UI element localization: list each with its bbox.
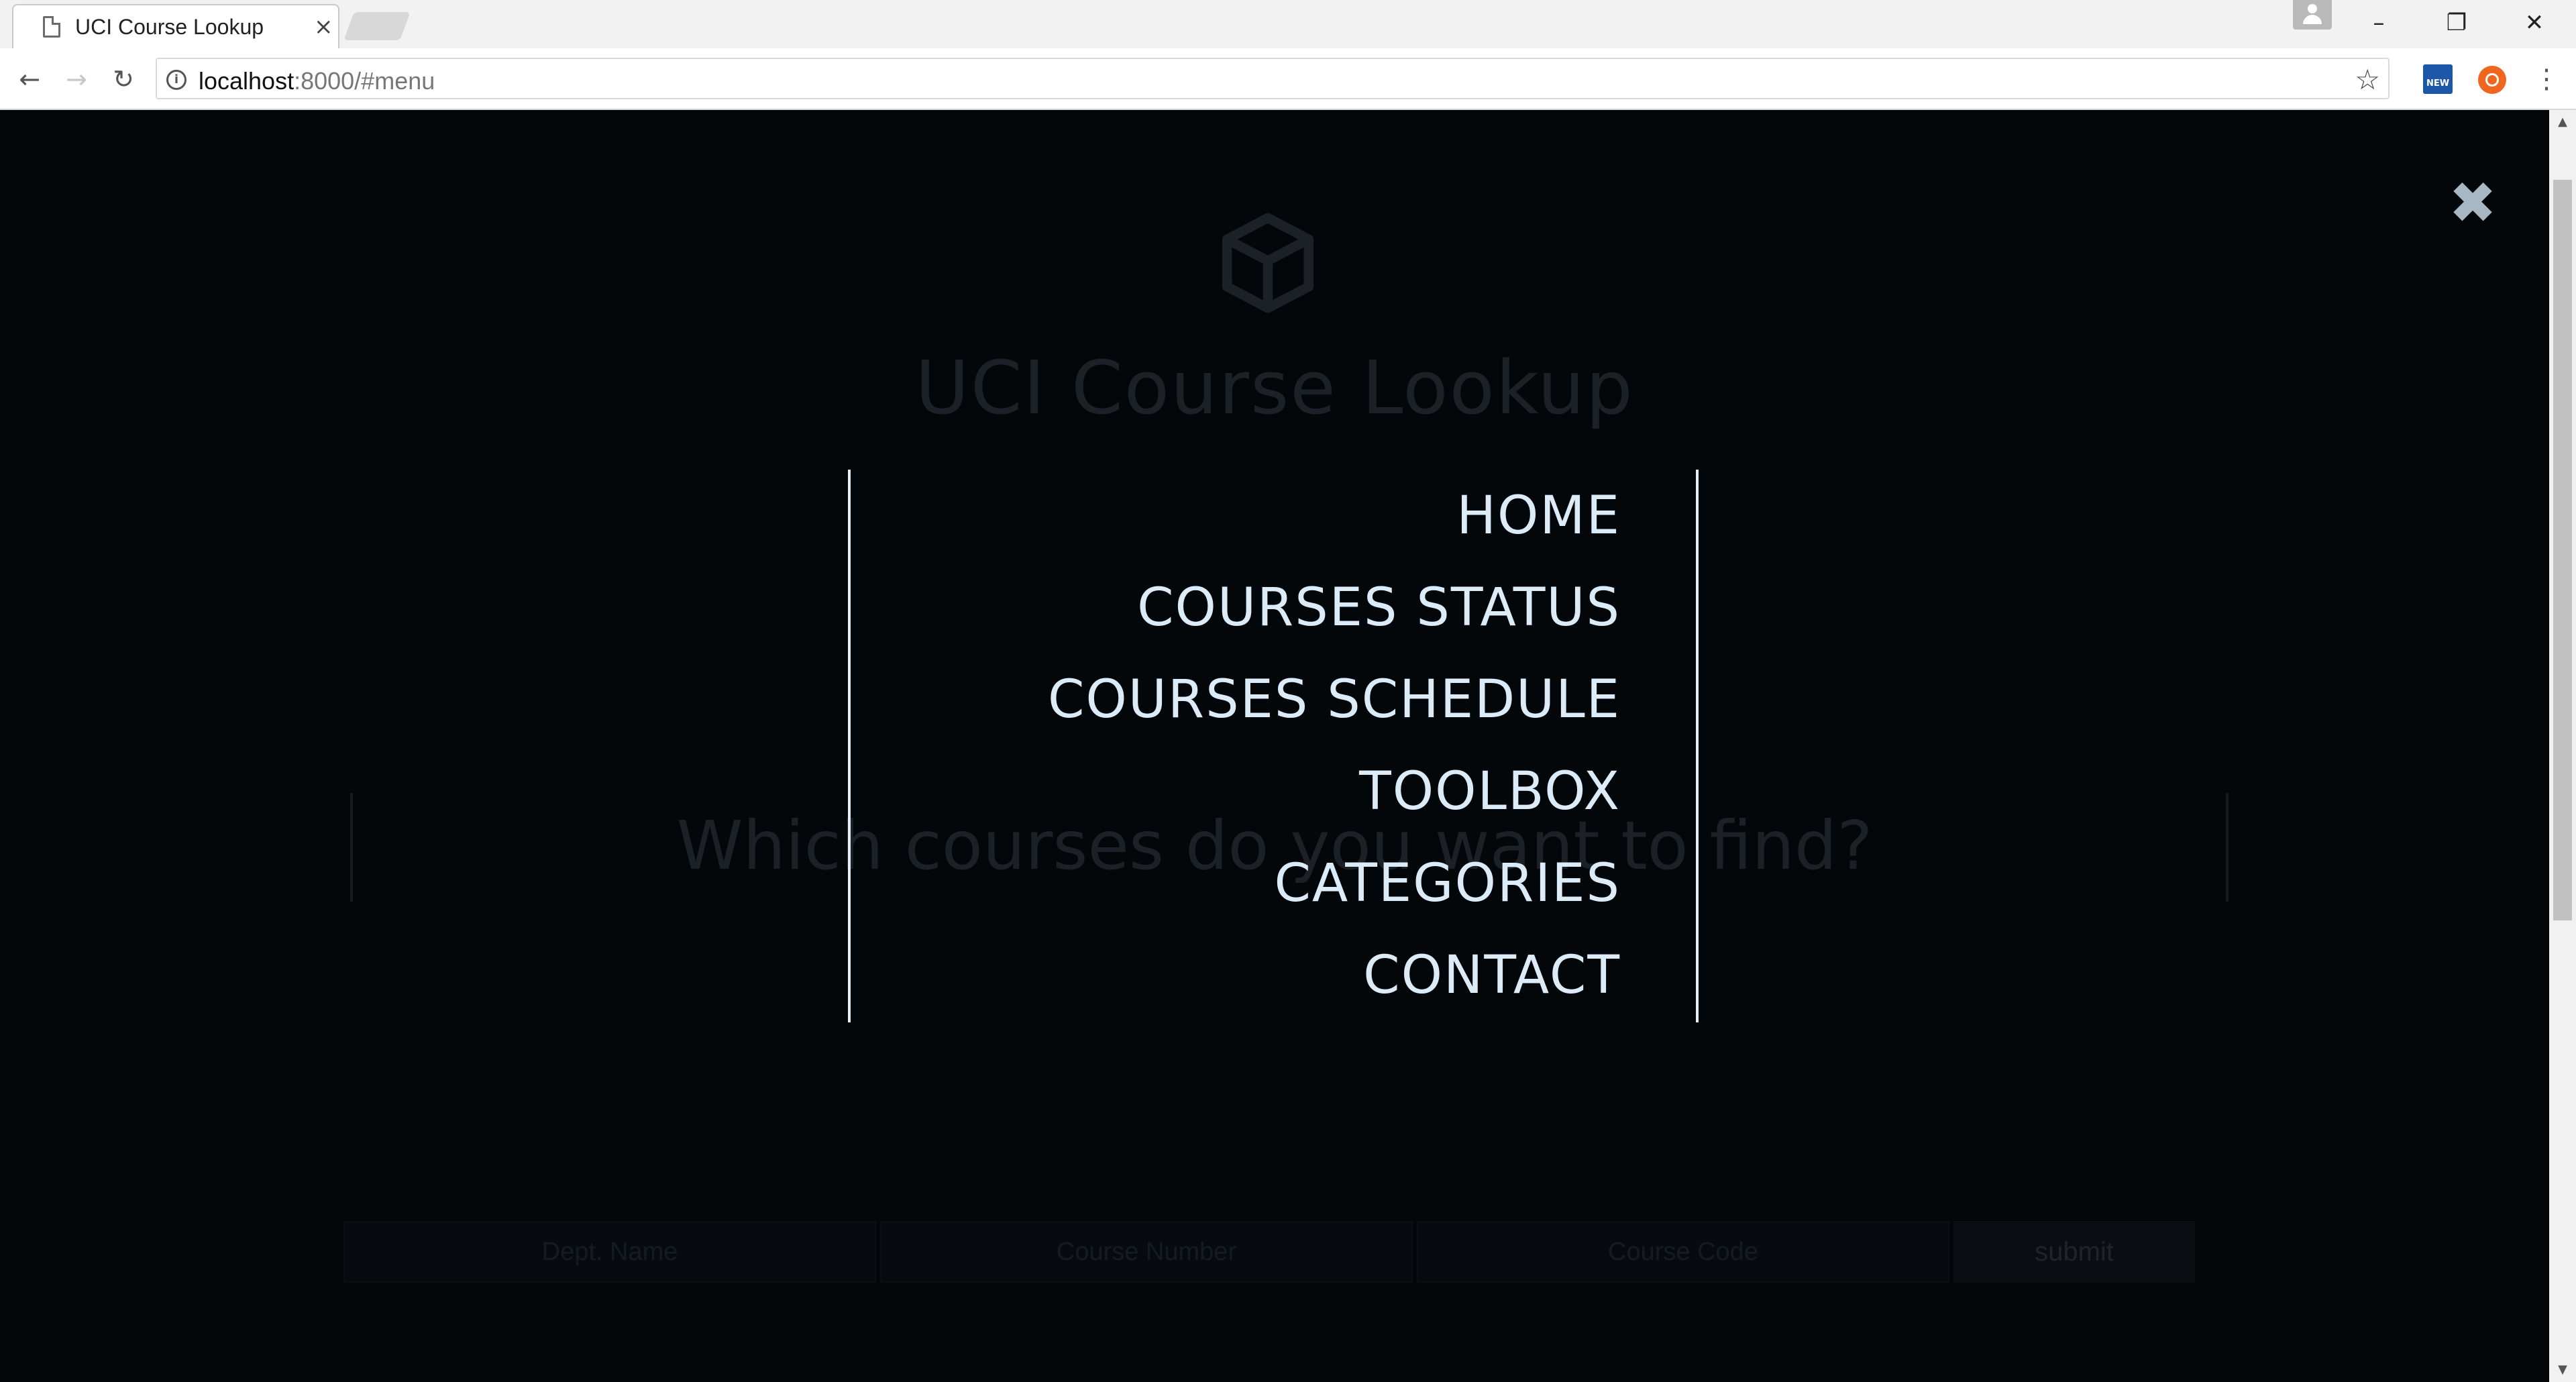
- url-path: :8000/#menu: [294, 67, 435, 95]
- menu-item-courses-status[interactable]: COURSES STATUS: [851, 571, 1621, 663]
- submit-button[interactable]: submit: [1953, 1221, 2195, 1283]
- minimize-button[interactable]: –: [2360, 5, 2398, 40]
- address-bar[interactable]: i localhost:8000/#menu ☆: [156, 58, 2390, 99]
- menu-list: HOME COURSES STATUS COURSES SCHEDULE TOO…: [851, 470, 1696, 1030]
- forward-button[interactable]: →: [59, 62, 94, 97]
- back-button[interactable]: ←: [12, 62, 47, 97]
- course-number-input[interactable]: Course Number: [880, 1221, 1413, 1283]
- url-host: localhost: [199, 67, 294, 95]
- extension-orange-icon[interactable]: [2478, 66, 2506, 94]
- browser-toolbar: ← → ↻ i localhost:8000/#menu ☆ NEW ⋮: [0, 48, 2576, 110]
- tab-close-icon[interactable]: ×: [314, 13, 333, 40]
- reload-button[interactable]: ↻: [106, 62, 141, 97]
- course-code-input[interactable]: Course Code: [1417, 1221, 1949, 1283]
- course-search-form: Dept. Name Course Number Course Code sub…: [343, 1221, 2195, 1283]
- browser-menu-icon[interactable]: ⋮: [2533, 63, 2560, 97]
- url-text[interactable]: localhost:8000/#menu: [199, 67, 435, 95]
- menu-item-home[interactable]: HOME: [851, 479, 1621, 571]
- scrollbar-thumb[interactable]: [2553, 180, 2572, 920]
- document-icon: [43, 16, 60, 38]
- dept-name-input[interactable]: Dept. Name: [343, 1221, 876, 1283]
- profile-icon[interactable]: [2293, 0, 2332, 30]
- window-close-button[interactable]: ✕: [2516, 5, 2553, 40]
- page-scrollbar[interactable]: ▲ ▼: [2549, 110, 2576, 1382]
- menu-item-categories[interactable]: CATEGORIES: [851, 847, 1621, 939]
- menu-item-contact[interactable]: CONTACT: [851, 939, 1621, 1030]
- restore-button[interactable]: ❐: [2438, 5, 2475, 40]
- cube-logo-icon: [1222, 213, 1313, 313]
- menu-close-icon[interactable]: ✖: [2449, 173, 2497, 233]
- menu-item-courses-schedule[interactable]: COURSES SCHEDULE: [851, 663, 1621, 755]
- site-title: UCI Course Lookup: [915, 345, 1634, 431]
- overlay-menu: HOME COURSES STATUS COURSES SCHEDULE TOO…: [848, 470, 1699, 1022]
- extension-new-icon[interactable]: NEW: [2423, 64, 2453, 94]
- menu-item-toolbox[interactable]: TOOLBOX: [851, 755, 1621, 847]
- new-tab-button[interactable]: [343, 12, 411, 40]
- browser-tabstrip: UCI Course Lookup × – ❐ ✕: [0, 0, 2576, 48]
- tab-title: UCI Course Lookup: [75, 15, 264, 39]
- scroll-up-arrow-icon[interactable]: ▲: [2549, 110, 2576, 134]
- browser-tab[interactable]: UCI Course Lookup ×: [12, 4, 339, 48]
- bookmark-star-icon[interactable]: ☆: [2355, 63, 2380, 96]
- info-icon[interactable]: i: [166, 70, 186, 90]
- page-viewport: UCI Course Lookup Which courses do you w…: [0, 110, 2549, 1382]
- scroll-down-arrow-icon[interactable]: ▼: [2549, 1358, 2576, 1382]
